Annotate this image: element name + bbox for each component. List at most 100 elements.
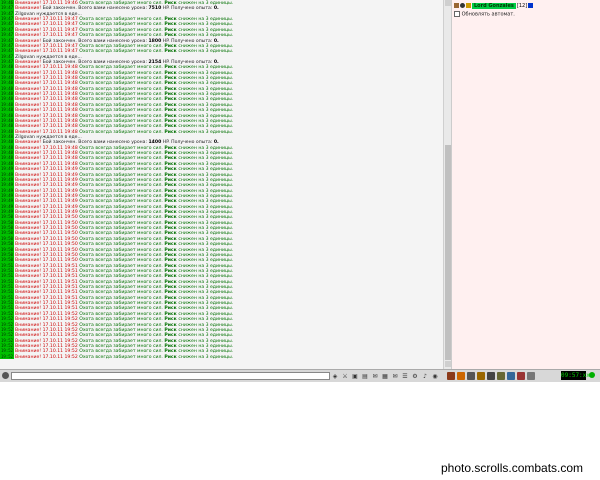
message-date: 17.10.11 19:47 (42, 49, 80, 54)
risk-label: Риск (164, 33, 179, 38)
risk-label: Риск (164, 129, 179, 134)
timestamp[interactable]: 19:52 (0, 353, 15, 360)
message-text: снижен на 3 единицы. (178, 33, 234, 38)
message-date: 17.10.11 19:50 (42, 258, 80, 263)
risk-label: Риск (164, 167, 179, 172)
message-text: снижен на 3 единицы. (178, 354, 234, 360)
clan-icon (460, 3, 465, 8)
alert-label: Внимание! (15, 183, 43, 188)
risk-label: Риск (164, 49, 179, 54)
alert-label: Внимание! (15, 167, 43, 172)
sound-icon[interactable]: ♪ (421, 372, 429, 380)
risk-label: Риск (164, 183, 179, 188)
toolbar-icons: ◈ ⚔ ▣ ▤ ✉ ▦ ✉ ☰ ⚙ ♪ ◉ (331, 372, 439, 380)
message-date: 17.10.11 19:48 (42, 124, 80, 129)
alert-label: Внимание! (15, 242, 43, 247)
chat-lines: 19:46 Внимание! 17.10.11 19:46 Охота всег… (0, 0, 441, 360)
tool-icon[interactable] (497, 372, 505, 380)
message-text: снижен на 3 единицы. (178, 167, 234, 172)
risk-label: Риск (164, 258, 179, 263)
message-text: снижен на 3 единицы. (178, 258, 234, 263)
alert-label: Внимание! (15, 333, 43, 338)
message-date: 17.10.11 19:52 (42, 354, 80, 360)
map-icon[interactable]: ▦ (381, 372, 389, 380)
message-text: снижен на 3 единицы. (178, 108, 234, 113)
refresh-option[interactable]: Обновлять автомат. (454, 11, 515, 18)
scroll-icon[interactable]: ✉ (371, 372, 379, 380)
refresh-checkbox[interactable] (454, 11, 460, 17)
alert-label: Внимание! (15, 49, 43, 54)
gear-icon[interactable]: ⚙ (411, 372, 419, 380)
message-date: 17.10.11 19:49 (42, 167, 80, 172)
potion-icon[interactable] (447, 372, 455, 380)
fire-icon[interactable] (457, 372, 465, 380)
message-date: 17.10.11 19:49 (42, 183, 80, 188)
message-text: снижен на 3 единицы. (178, 333, 234, 338)
message-text: Охота всегда забирает много сил. (79, 129, 165, 134)
damage-value: 7510 (148, 6, 162, 11)
chat-input[interactable] (11, 372, 330, 380)
alert-label: Внимание! (15, 108, 43, 113)
message-text: снижен на 3 единицы. (178, 183, 234, 188)
rank-icon (466, 3, 471, 8)
online-users-panel: Lord Gonzales [12] Обновлять автомат. (451, 0, 600, 369)
menu-button[interactable] (2, 372, 9, 379)
sword-icon[interactable]: ⚔ (341, 372, 349, 380)
message-text: Охота всегда забирает много сил. (79, 167, 165, 172)
bag-icon[interactable]: ▣ (351, 372, 359, 380)
info-icon[interactable] (528, 3, 534, 8)
exp-value: 0. (213, 6, 219, 11)
chat-icon[interactable]: ☰ (401, 372, 409, 380)
message-date: 17.10.11 19:52 (42, 317, 80, 322)
message-date: 17.10.11 19:50 (42, 242, 80, 247)
risk-label: Риск (164, 108, 179, 113)
message-text: снижен на 3 единицы. (178, 242, 234, 247)
risk-label: Риск (164, 354, 179, 360)
key-icon[interactable] (477, 372, 485, 380)
align-icon (454, 3, 459, 8)
alert-label: Внимание! (15, 258, 43, 263)
message-text: снижен на 3 единицы. (178, 317, 234, 322)
online-status-icon (589, 372, 595, 378)
watermark: photo.scrolls.combats.com (441, 461, 584, 475)
refresh-label: Обновлять автомат. (461, 11, 515, 18)
star-icon[interactable] (527, 372, 535, 380)
globe-icon[interactable] (507, 372, 515, 380)
chat-log: 19:46 Внимание! 17.10.11 19:46 Охота всег… (0, 0, 443, 369)
message-text: Охота всегда забирает много сил. (79, 49, 165, 54)
bottom-toolbar: ◈ ⚔ ▣ ▤ ✉ ▦ ✉ ☰ ⚙ ♪ ◉ 09:57:xx (0, 369, 600, 382)
message-text: Охота всегда забирает много сил. (79, 333, 165, 338)
clock: 09:57:xx (561, 371, 590, 380)
note-icon[interactable] (487, 372, 495, 380)
alert-label: Внимание! (15, 354, 43, 360)
alert-label: Внимание! (15, 33, 43, 38)
message-text: Охота всегда забирает много сил. (79, 124, 165, 129)
message-text: Охота всегда забирает много сил. (79, 258, 165, 263)
message-date: 17.10.11 19:48 (42, 108, 80, 113)
message-text: Охота всегда забирает много сил. (79, 183, 165, 188)
clan-icon[interactable]: ◉ (431, 372, 439, 380)
exit-icon[interactable] (517, 372, 525, 380)
mail-icon[interactable]: ✉ (391, 372, 399, 380)
risk-label: Риск (164, 317, 179, 322)
message-date: 17.10.11 19:52 (42, 333, 80, 338)
shield-icon[interactable]: ◈ (331, 372, 339, 380)
message-text: снижен на 3 единицы. (178, 49, 234, 54)
exp-text: HP. Получено опыта: (161, 6, 214, 11)
message-text: снижен на 3 единицы. (178, 124, 234, 129)
alert-label: Внимание! (15, 317, 43, 322)
username[interactable]: Lord Gonzales (472, 3, 516, 9)
message-text: Охота всегда забирает много сил. (79, 354, 165, 360)
message-text: Охота всегда забирает много сил. (79, 108, 165, 113)
chat-message: 19:52 Внимание! 17.10.11 19:52 Охота всег… (0, 353, 441, 360)
risk-label: Риск (164, 333, 179, 338)
message-text: снижен на 3 единицы. (178, 129, 234, 134)
alert-label: Внимание! (15, 124, 43, 129)
message-text: Охота всегда забирает много сил. (79, 242, 165, 247)
message-text: Охота всегда забирает много сил. (79, 317, 165, 322)
helm-icon[interactable] (467, 372, 475, 380)
user-level: [12] (516, 3, 528, 9)
user-row[interactable]: Lord Gonzales [12] (454, 3, 534, 10)
book-icon[interactable]: ▤ (361, 372, 369, 380)
risk-label: Риск (164, 242, 179, 247)
